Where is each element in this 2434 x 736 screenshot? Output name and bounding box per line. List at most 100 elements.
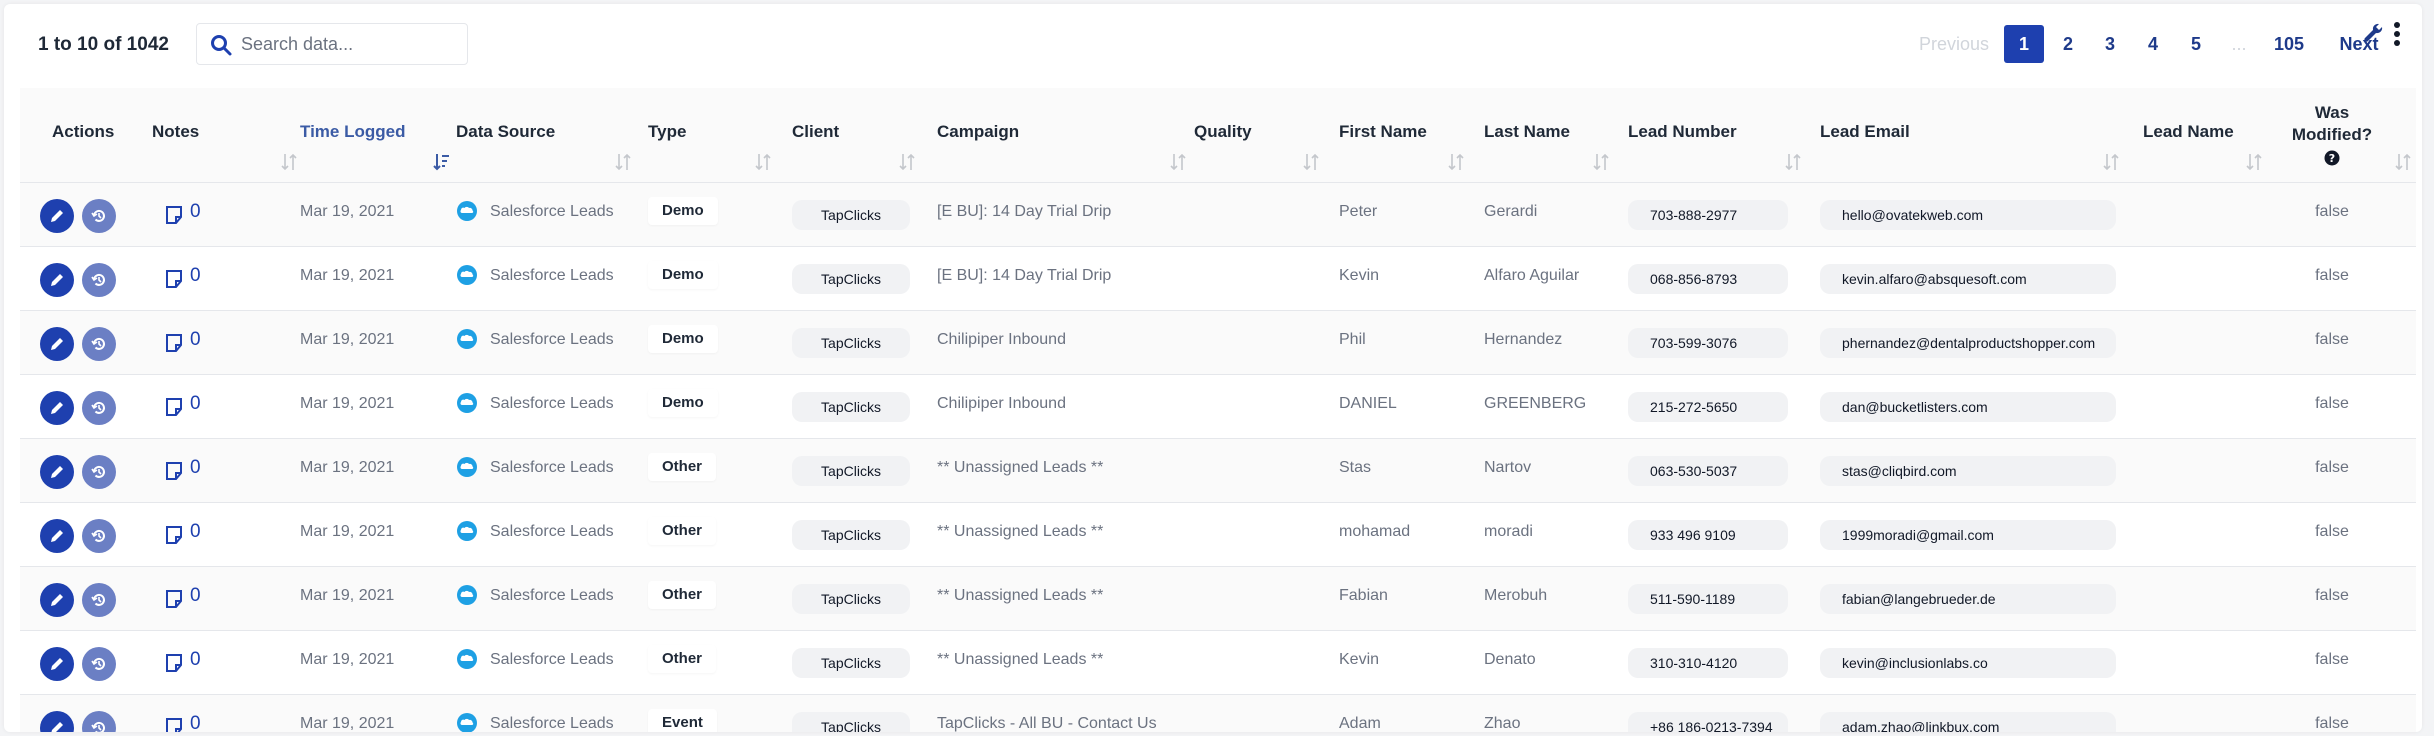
note-icon[interactable] — [164, 269, 184, 289]
column-header-data-source[interactable]: Data Source — [456, 88, 632, 182]
row-lead-email: adam.zhao@linkbux.com — [1820, 695, 2120, 732]
table-row[interactable]: 0 Mar 19, 2021 Salesforce Leads Other Ta… — [20, 502, 2416, 566]
note-count[interactable]: 0 — [190, 585, 201, 607]
column-header-type[interactable]: Type — [648, 88, 772, 182]
sort-icon[interactable] — [2394, 152, 2412, 172]
page-105-button[interactable]: 105 — [2264, 25, 2314, 63]
note-icon[interactable] — [164, 461, 184, 481]
history-button[interactable] — [82, 263, 116, 297]
table-row[interactable]: 0 Mar 19, 2021 Salesforce Leads Demo Tap… — [20, 374, 2416, 438]
sort-icon[interactable] — [1447, 152, 1465, 172]
column-header-first-name[interactable]: First Name — [1339, 88, 1465, 182]
client-pill: TapClicks — [792, 584, 910, 614]
column-header-lead-number[interactable]: Lead Number — [1628, 88, 1802, 182]
history-button[interactable] — [82, 455, 116, 489]
help-icon[interactable]: ? — [2324, 150, 2340, 166]
history-button[interactable] — [82, 711, 116, 732]
column-header-notes[interactable]: Notes — [152, 88, 298, 182]
row-first-name: mohamad — [1339, 523, 1411, 540]
column-header-was-modified[interactable]: Was Modified? ? — [2282, 88, 2412, 182]
column-header-quality[interactable]: Quality — [1194, 88, 1320, 182]
sort-icon[interactable] — [1784, 152, 1802, 172]
history-button[interactable] — [82, 199, 116, 233]
note-count[interactable]: 0 — [190, 265, 201, 287]
history-button[interactable] — [82, 519, 116, 553]
edit-button[interactable] — [40, 455, 74, 489]
table-row[interactable]: 0 Mar 19, 2021 Salesforce Leads Demo Tap… — [20, 310, 2416, 374]
edit-button[interactable] — [40, 327, 74, 361]
history-icon — [91, 721, 105, 732]
sort-icon[interactable] — [898, 152, 916, 172]
sort-icon[interactable] — [1169, 152, 1187, 172]
row-notes[interactable]: 0 — [164, 247, 284, 310]
row-notes[interactable]: 0 — [164, 439, 284, 502]
history-button[interactable] — [82, 583, 116, 617]
note-count[interactable]: 0 — [190, 393, 201, 415]
wrench-icon[interactable] — [2360, 20, 2384, 44]
column-header-client[interactable]: Client — [792, 88, 916, 182]
note-icon[interactable] — [164, 653, 184, 673]
sort-icon[interactable] — [614, 152, 632, 172]
column-header-campaign[interactable]: Campaign — [937, 88, 1187, 182]
note-icon[interactable] — [164, 717, 184, 732]
row-notes[interactable]: 0 — [164, 375, 284, 438]
table-row[interactable]: 0 Mar 19, 2021 Salesforce Leads Event Ta… — [20, 694, 2416, 732]
note-icon[interactable] — [164, 333, 184, 353]
row-notes[interactable]: 0 — [164, 311, 284, 374]
note-icon[interactable] — [164, 205, 184, 225]
edit-button[interactable] — [40, 391, 74, 425]
note-icon[interactable] — [164, 589, 184, 609]
search-box[interactable] — [196, 23, 468, 65]
row-first-name: Peter — [1339, 203, 1378, 220]
history-button[interactable] — [82, 391, 116, 425]
row-notes[interactable]: 0 — [164, 567, 284, 630]
page-3-button[interactable]: 3 — [2090, 25, 2130, 63]
column-header-last-name[interactable]: Last Name — [1484, 88, 1610, 182]
sort-icon[interactable] — [1302, 152, 1320, 172]
edit-button[interactable] — [40, 583, 74, 617]
sort-icon[interactable] — [1592, 152, 1610, 172]
page-2-button[interactable]: 2 — [2048, 25, 2088, 63]
column-header-time-logged[interactable]: Time Logged — [300, 88, 450, 182]
note-count[interactable]: 0 — [190, 713, 201, 732]
pencil-icon — [51, 466, 63, 478]
edit-button[interactable] — [40, 519, 74, 553]
note-count[interactable]: 0 — [190, 201, 201, 223]
edit-button[interactable] — [40, 263, 74, 297]
search-input[interactable] — [241, 25, 461, 63]
table-row[interactable]: 0 Mar 19, 2021 Salesforce Leads Demo Tap… — [20, 182, 2416, 246]
row-notes[interactable]: 0 — [164, 503, 284, 566]
table-row[interactable]: 0 Mar 19, 2021 Salesforce Leads Other Ta… — [20, 566, 2416, 630]
sort-icon[interactable] — [2102, 152, 2120, 172]
table-row[interactable]: 0 Mar 19, 2021 Salesforce Leads Other Ta… — [20, 438, 2416, 502]
edit-button[interactable] — [40, 711, 74, 732]
edit-button[interactable] — [40, 647, 74, 681]
sort-descending-icon[interactable] — [432, 152, 450, 172]
history-button[interactable] — [82, 647, 116, 681]
table-row[interactable]: 0 Mar 19, 2021 Salesforce Leads Other Ta… — [20, 630, 2416, 694]
sort-icon[interactable] — [754, 152, 772, 172]
sort-icon[interactable] — [2245, 152, 2263, 172]
sort-icon[interactable] — [280, 152, 298, 172]
page-1-button[interactable]: 1 — [2004, 25, 2044, 63]
note-icon[interactable] — [164, 397, 184, 417]
edit-button[interactable] — [40, 199, 74, 233]
column-header-lead-name[interactable]: Lead Name — [2143, 88, 2263, 182]
client-pill: TapClicks — [792, 392, 910, 422]
note-count[interactable]: 0 — [190, 521, 201, 543]
more-options-icon[interactable] — [2390, 20, 2404, 50]
note-count[interactable]: 0 — [190, 649, 201, 671]
pagination-previous[interactable]: Previous — [1914, 25, 1994, 63]
page-5-button[interactable]: 5 — [2176, 25, 2216, 63]
note-count[interactable]: 0 — [190, 457, 201, 479]
row-notes[interactable]: 0 — [164, 695, 284, 732]
table-row[interactable]: 0 Mar 19, 2021 Salesforce Leads Demo Tap… — [20, 246, 2416, 310]
column-header-lead-email[interactable]: Lead Email — [1820, 88, 2120, 182]
history-button[interactable] — [82, 327, 116, 361]
client-pill: TapClicks — [792, 200, 910, 230]
note-icon[interactable] — [164, 525, 184, 545]
page-4-button[interactable]: 4 — [2133, 25, 2173, 63]
row-notes[interactable]: 0 — [164, 183, 284, 246]
row-notes[interactable]: 0 — [164, 631, 284, 694]
note-count[interactable]: 0 — [190, 329, 201, 351]
